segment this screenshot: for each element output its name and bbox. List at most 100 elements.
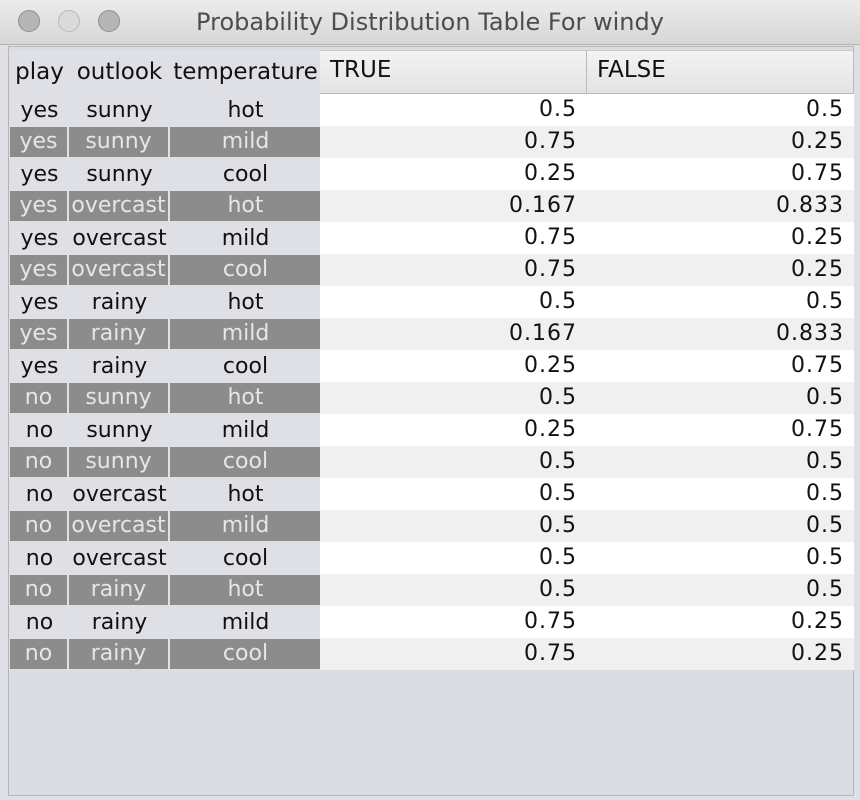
cell-false[interactable]: 0.5 (587, 510, 854, 542)
cell-true[interactable]: 0.25 (320, 350, 587, 382)
row-header-outlook: rainy (69, 319, 170, 349)
row-header-temperature: mild (221, 225, 270, 251)
row-header[interactable]: no overcast cool (10, 542, 321, 574)
cell-false[interactable]: 0.5 (587, 574, 854, 606)
table-row[interactable]: 0.5 0.5 (320, 574, 854, 606)
row-header-outlook: sunny (86, 97, 153, 123)
row-header[interactable]: no sunny hot (10, 382, 321, 414)
table-row[interactable]: 0.5 0.5 (320, 510, 854, 542)
column-header-temperature[interactable]: temperature (170, 59, 321, 85)
row-header[interactable]: yes overcast mild (10, 222, 321, 254)
row-header-temperature: hot (170, 383, 321, 413)
row-header[interactable]: no overcast mild (10, 510, 321, 542)
cell-true[interactable]: 0.5 (320, 542, 587, 574)
row-header-outlook: overcast (69, 191, 170, 221)
cell-false[interactable]: 0.5 (587, 94, 854, 126)
cell-true[interactable]: 0.167 (320, 318, 587, 350)
column-header-false[interactable]: FALSE (587, 51, 854, 93)
probability-table-header: TRUE FALSE (320, 50, 854, 94)
table-row[interactable]: 0.167 0.833 (320, 318, 854, 350)
cell-true[interactable]: 0.75 (320, 126, 587, 158)
row-header-outlook: rainy (69, 639, 170, 669)
table-row[interactable]: 0.75 0.25 (320, 254, 854, 286)
row-header[interactable]: no rainy cool (10, 638, 321, 670)
cell-true[interactable]: 0.5 (320, 478, 587, 510)
cell-true[interactable]: 0.25 (320, 414, 587, 446)
table-row[interactable]: 0.5 0.5 (320, 542, 854, 574)
cell-false[interactable]: 0.833 (587, 318, 854, 350)
cell-false[interactable]: 0.25 (587, 606, 854, 638)
cell-false[interactable]: 0.5 (587, 542, 854, 574)
cell-true[interactable]: 0.75 (320, 638, 587, 670)
row-header[interactable]: yes overcast hot (10, 190, 321, 222)
row-header[interactable]: yes sunny hot (10, 94, 321, 126)
row-header-outlook: overcast (69, 255, 170, 285)
table-row[interactable]: 0.25 0.75 (320, 158, 854, 190)
row-header[interactable]: yes rainy mild (10, 318, 321, 350)
row-header[interactable]: yes sunny cool (10, 158, 321, 190)
column-header-true[interactable]: TRUE (320, 51, 587, 93)
row-header[interactable]: yes rainy hot (10, 286, 321, 318)
table-row[interactable]: 0.75 0.25 (320, 126, 854, 158)
table-row[interactable]: 0.5 0.5 (320, 382, 854, 414)
row-header-outlook: sunny (69, 383, 170, 413)
row-header-play: yes (20, 353, 59, 379)
row-header-temperature: cool (222, 161, 269, 187)
table-row[interactable]: 0.5 0.5 (320, 94, 854, 126)
cell-false[interactable]: 0.5 (587, 382, 854, 414)
row-header-temperature: cool (170, 639, 321, 669)
table-row[interactable]: 0.167 0.833 (320, 190, 854, 222)
table-row[interactable]: 0.75 0.25 (320, 222, 854, 254)
cell-false[interactable]: 0.833 (587, 190, 854, 222)
row-header-temperature: hot (227, 289, 264, 315)
table-row[interactable]: 0.25 0.75 (320, 350, 854, 382)
row-header-play: yes (20, 161, 59, 187)
row-header-play: no (10, 511, 69, 541)
cell-true[interactable]: 0.5 (320, 94, 587, 126)
cell-false[interactable]: 0.25 (587, 126, 854, 158)
row-header[interactable]: yes rainy cool (10, 350, 321, 382)
row-header-outlook: overcast (72, 545, 167, 571)
cell-false[interactable]: 0.5 (587, 286, 854, 318)
cell-true[interactable]: 0.5 (320, 446, 587, 478)
cell-false[interactable]: 0.5 (587, 478, 854, 510)
cell-false[interactable]: 0.25 (587, 222, 854, 254)
row-header-temperature: mild (170, 511, 321, 541)
cell-true[interactable]: 0.75 (320, 222, 587, 254)
row-header[interactable]: no sunny mild (10, 414, 321, 446)
cell-false[interactable]: 0.5 (587, 446, 854, 478)
row-header[interactable]: yes sunny mild (10, 126, 321, 158)
cell-true[interactable]: 0.5 (320, 510, 587, 542)
row-header[interactable]: no rainy hot (10, 574, 321, 606)
cell-true[interactable]: 0.167 (320, 190, 587, 222)
cell-true[interactable]: 0.75 (320, 606, 587, 638)
cell-false[interactable]: 0.75 (587, 158, 854, 190)
column-header-play[interactable]: play (10, 59, 69, 85)
cell-true[interactable]: 0.5 (320, 574, 587, 606)
cell-true[interactable]: 0.5 (320, 382, 587, 414)
column-header-outlook[interactable]: outlook (69, 59, 170, 85)
cell-true[interactable]: 0.75 (320, 254, 587, 286)
table-row[interactable]: 0.75 0.25 (320, 638, 854, 670)
table-row[interactable]: 0.75 0.25 (320, 606, 854, 638)
table-row[interactable]: 0.5 0.5 (320, 286, 854, 318)
cell-false[interactable]: 0.75 (587, 414, 854, 446)
row-header[interactable]: no overcast hot (10, 478, 321, 510)
row-header-play: yes (10, 255, 69, 285)
cell-true[interactable]: 0.5 (320, 286, 587, 318)
table-row[interactable]: 0.25 0.75 (320, 414, 854, 446)
row-header-block: play outlook temperature yes sunny hot yes s… (10, 50, 321, 670)
row-header-play: no (25, 481, 54, 507)
cell-true[interactable]: 0.25 (320, 158, 587, 190)
table-row[interactable]: 0.5 0.5 (320, 446, 854, 478)
table-row[interactable]: 0.5 0.5 (320, 478, 854, 510)
cell-false[interactable]: 0.75 (587, 350, 854, 382)
row-header-play: no (10, 383, 69, 413)
cell-false[interactable]: 0.25 (587, 638, 854, 670)
row-header[interactable]: no sunny cool (10, 446, 321, 478)
row-header-temperature: hot (227, 97, 264, 123)
cell-false[interactable]: 0.25 (587, 254, 854, 286)
row-header-play: yes (20, 289, 59, 315)
row-header[interactable]: no rainy mild (10, 606, 321, 638)
row-header[interactable]: yes overcast cool (10, 254, 321, 286)
